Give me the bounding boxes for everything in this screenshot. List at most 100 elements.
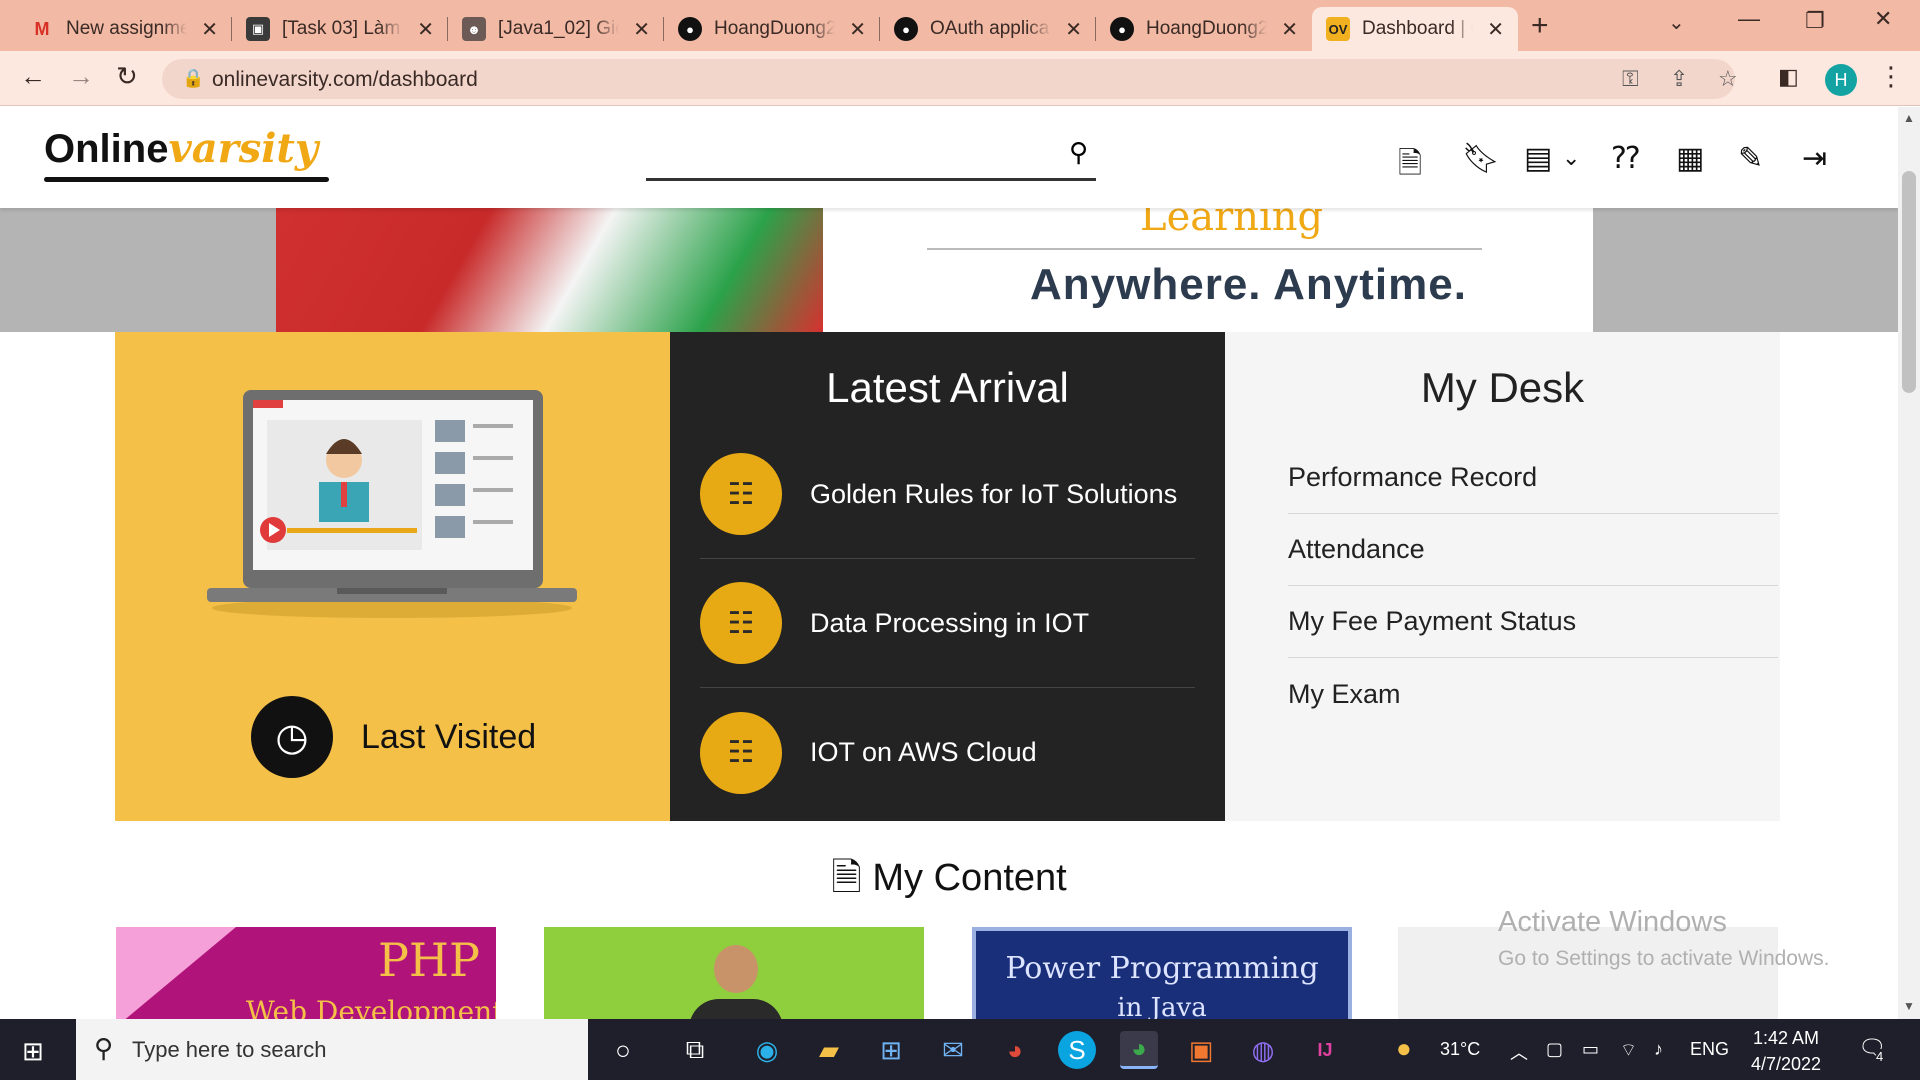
- chevron-up-icon[interactable]: ︿: [1510, 1039, 1528, 1065]
- history-clock-icon: ◷: [251, 696, 333, 778]
- weather-icon[interactable]: ●: [1396, 1033, 1412, 1064]
- window-close-icon[interactable]: ✕: [1874, 6, 1892, 32]
- github-icon: ●: [1110, 17, 1134, 41]
- menu-icon[interactable]: ⋮: [1878, 61, 1904, 92]
- reload-icon[interactable]: ↻: [116, 61, 138, 92]
- tab-github-2[interactable]: ● HoangDuong2 ✕: [1096, 7, 1312, 51]
- desk-link-performance[interactable]: Performance Record: [1288, 442, 1778, 514]
- arrival-item[interactable]: ☷ Golden Rules for IoT Solutions: [700, 430, 1195, 559]
- desk-link-attendance[interactable]: Attendance: [1288, 514, 1778, 586]
- latest-arrival-title: Latest Arrival: [826, 364, 1069, 411]
- my-desk-title: My Desk: [1420, 364, 1585, 411]
- scroll-up-icon[interactable]: ▲: [1903, 111, 1915, 125]
- content-card[interactable]: [544, 927, 924, 1019]
- close-icon[interactable]: ✕: [633, 17, 650, 42]
- logout-icon[interactable]: ⇥: [1802, 141, 1827, 176]
- back-icon[interactable]: ←: [20, 61, 46, 92]
- contacts-icon[interactable]: ▦: [1676, 141, 1704, 176]
- close-icon[interactable]: ✕: [201, 17, 218, 42]
- language-indicator[interactable]: ENG: [1690, 1039, 1729, 1060]
- weather-text[interactable]: 31°C: [1440, 1039, 1480, 1060]
- scrollbar-thumb[interactable]: [1902, 171, 1916, 393]
- search-icon[interactable]: ⚲: [1069, 137, 1088, 168]
- tab-title: OAuth applicat: [930, 18, 1052, 39]
- discussion-icon: ☷: [700, 711, 782, 794]
- desk-link-exam[interactable]: My Exam: [1288, 658, 1778, 730]
- chrome-dev-icon[interactable]: ◕: [996, 1031, 1034, 1069]
- scroll-down-icon[interactable]: ▼: [1903, 999, 1915, 1013]
- avatar-icon: ☻: [462, 17, 486, 41]
- meet-icon[interactable]: ▢: [1546, 1039, 1563, 1060]
- windows-start-icon[interactable]: ⊞: [22, 1036, 44, 1067]
- forward-icon[interactable]: →: [68, 61, 94, 92]
- address-bar[interactable]: 🔒 onlinevarsity.com/dashboard ⚿ ⇪ ☆: [162, 59, 1738, 99]
- lock-icon[interactable]: 🔒: [182, 68, 204, 89]
- github-icon: ●: [894, 17, 918, 41]
- user-edit-icon[interactable]: ✎: [1738, 141, 1763, 176]
- activate-windows-title: Activate Windows: [1498, 906, 1727, 938]
- url-text[interactable]: onlinevarsity.com/dashboard: [212, 68, 478, 92]
- content-card[interactable]: Power Programming in Java: [972, 927, 1352, 1019]
- close-icon[interactable]: ✕: [849, 17, 866, 42]
- store-icon[interactable]: ⊞: [872, 1031, 910, 1069]
- cortana-icon[interactable]: ○: [604, 1031, 642, 1069]
- restore-icon[interactable]: ❐: [1805, 8, 1825, 34]
- github-desktop-icon[interactable]: ◍: [1244, 1031, 1282, 1069]
- close-icon[interactable]: ✕: [1281, 17, 1298, 42]
- my-desk-panel: My Desk Performance Record Attendance My…: [1225, 332, 1780, 821]
- close-icon[interactable]: ✕: [417, 17, 434, 42]
- key-icon[interactable]: ⚿: [1622, 66, 1639, 92]
- intellij-icon[interactable]: IJ: [1306, 1031, 1344, 1069]
- close-icon[interactable]: ✕: [1487, 17, 1504, 42]
- logo[interactable]: Onlinevarsity: [44, 125, 329, 182]
- tab-github-1[interactable]: ● HoangDuong2 ✕: [664, 7, 880, 51]
- edge-icon[interactable]: ◉: [748, 1031, 786, 1069]
- tab-search-chevron-icon[interactable]: ⌄: [1668, 10, 1685, 35]
- person-image: [714, 945, 758, 993]
- content-card[interactable]: [1398, 927, 1778, 1019]
- tab-title: Dashboard | O: [1362, 18, 1474, 39]
- minimize-icon[interactable]: —: [1738, 6, 1760, 32]
- close-icon[interactable]: ✕: [1065, 17, 1082, 42]
- share-icon[interactable]: ⇪: [1670, 66, 1688, 92]
- arrival-item[interactable]: ☷ Data Processing in IOT: [700, 559, 1195, 688]
- search-input[interactable]: [646, 129, 1046, 177]
- bookmark-icon[interactable]: 🔖︎: [1462, 141, 1500, 176]
- tab-gmail[interactable]: M New assignment ✕: [16, 7, 232, 51]
- activate-windows-subtitle: Go to Settings to activate Windows.: [1498, 947, 1830, 970]
- book-icon[interactable]: ▤: [1524, 141, 1552, 176]
- new-tab-button[interactable]: +: [1531, 9, 1549, 43]
- mail-icon[interactable]: ✉: [934, 1031, 972, 1069]
- tab-dashboard[interactable]: OV Dashboard | O ✕: [1312, 7, 1518, 51]
- content-card[interactable]: PHP Web Development: [116, 927, 496, 1019]
- chevron-down-icon[interactable]: ⌄: [1562, 145, 1580, 171]
- document-icon[interactable]: 🗎: [1398, 141, 1422, 192]
- faq-icon[interactable]: ⁇: [1612, 141, 1640, 176]
- last-visited-panel: ◷ Last Visited: [115, 332, 670, 821]
- tab-classroom[interactable]: ▣ [Task 03] Làm c ✕: [232, 7, 448, 51]
- last-visited-label: Last Visited: [361, 717, 537, 756]
- arrival-item-label: Data Processing in IOT: [810, 607, 1090, 638]
- taskbar-clock[interactable]: 1:42 AM 4/7/2022: [1738, 1025, 1834, 1077]
- task-view-icon[interactable]: ⧉: [676, 1031, 714, 1069]
- last-visited-link[interactable]: ◷ Last Visited: [251, 696, 536, 778]
- arrival-item[interactable]: ☷ IOT on AWS Cloud: [700, 688, 1195, 817]
- side-panel-icon[interactable]: ◧: [1778, 64, 1799, 90]
- star-icon[interactable]: ☆: [1718, 66, 1738, 92]
- volume-icon[interactable]: ♪: [1654, 1039, 1663, 1060]
- taskbar-search[interactable]: ⚲ Type here to search: [76, 1019, 588, 1080]
- page-scrollbar[interactable]: ▲ ▼: [1898, 107, 1920, 1019]
- tab-title: [Task 03] Làm c: [282, 18, 404, 39]
- skype-icon[interactable]: S: [1058, 1031, 1096, 1069]
- desk-link-fee-status[interactable]: My Fee Payment Status: [1288, 586, 1778, 658]
- sublime-icon[interactable]: ▣: [1182, 1031, 1220, 1069]
- tab-title: New assignment: [66, 18, 188, 39]
- avatar[interactable]: H: [1825, 64, 1857, 96]
- file-explorer-icon[interactable]: ▰: [810, 1031, 848, 1069]
- battery-icon[interactable]: ▭: [1582, 1039, 1599, 1060]
- chrome-icon[interactable]: ◕: [1120, 1031, 1158, 1069]
- tab-java[interactable]: ☻ [Java1_02] Giới ✕: [448, 7, 664, 51]
- wifi-icon[interactable]: ⌔: [1620, 1039, 1637, 1062]
- site-header: Onlinevarsity ⚲ 🗎 🔖︎ ▤ ⌄ ⁇ ▦ ✎ ⇥: [0, 107, 1898, 208]
- tab-github-oauth[interactable]: ● OAuth applicat ✕: [880, 7, 1096, 51]
